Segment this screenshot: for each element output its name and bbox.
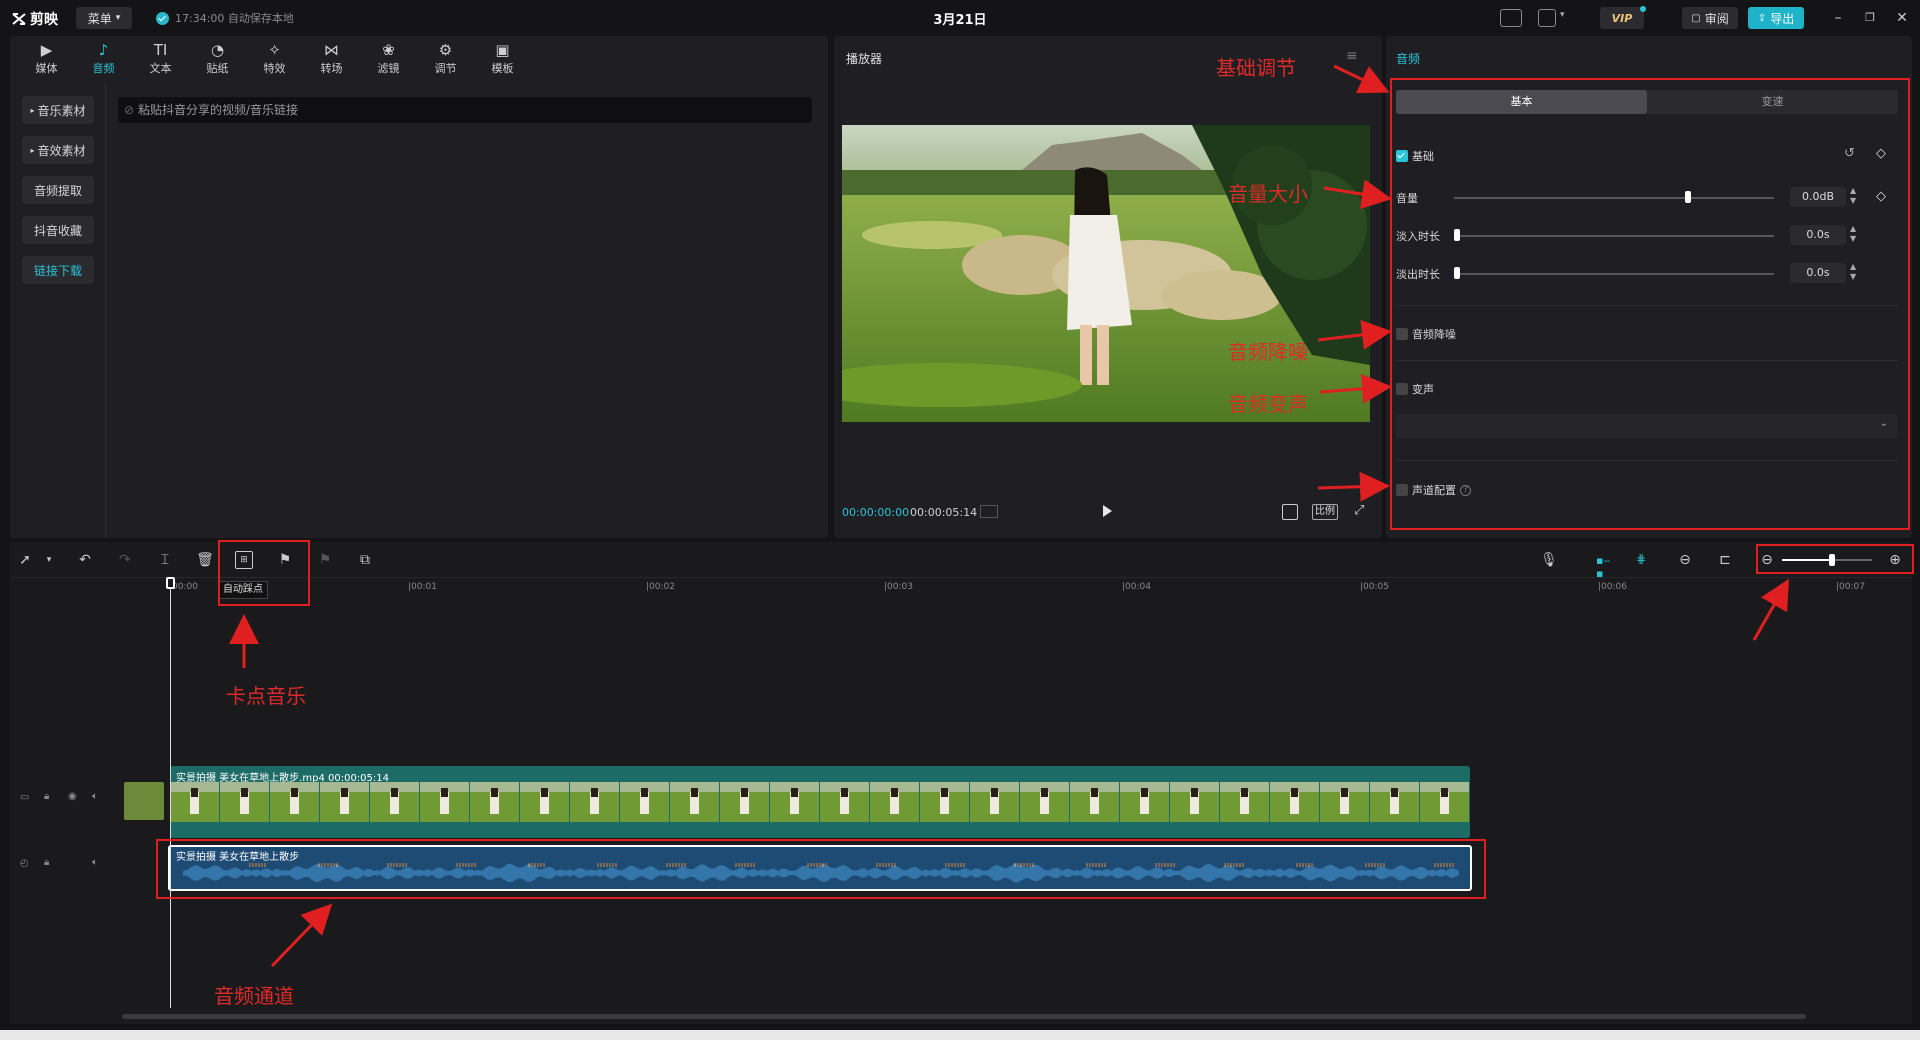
arrow-basic-adjust bbox=[1333, 64, 1390, 94]
annotation-arrows bbox=[229, 64, 1789, 968]
arrow-volume bbox=[1323, 179, 1392, 209]
arrow-denoise bbox=[1317, 319, 1392, 350]
arrow-zoom bbox=[1752, 578, 1789, 641]
arrow-audio-track bbox=[270, 903, 333, 968]
arrow-voice bbox=[1319, 373, 1392, 404]
arrow-channel bbox=[1317, 471, 1390, 502]
